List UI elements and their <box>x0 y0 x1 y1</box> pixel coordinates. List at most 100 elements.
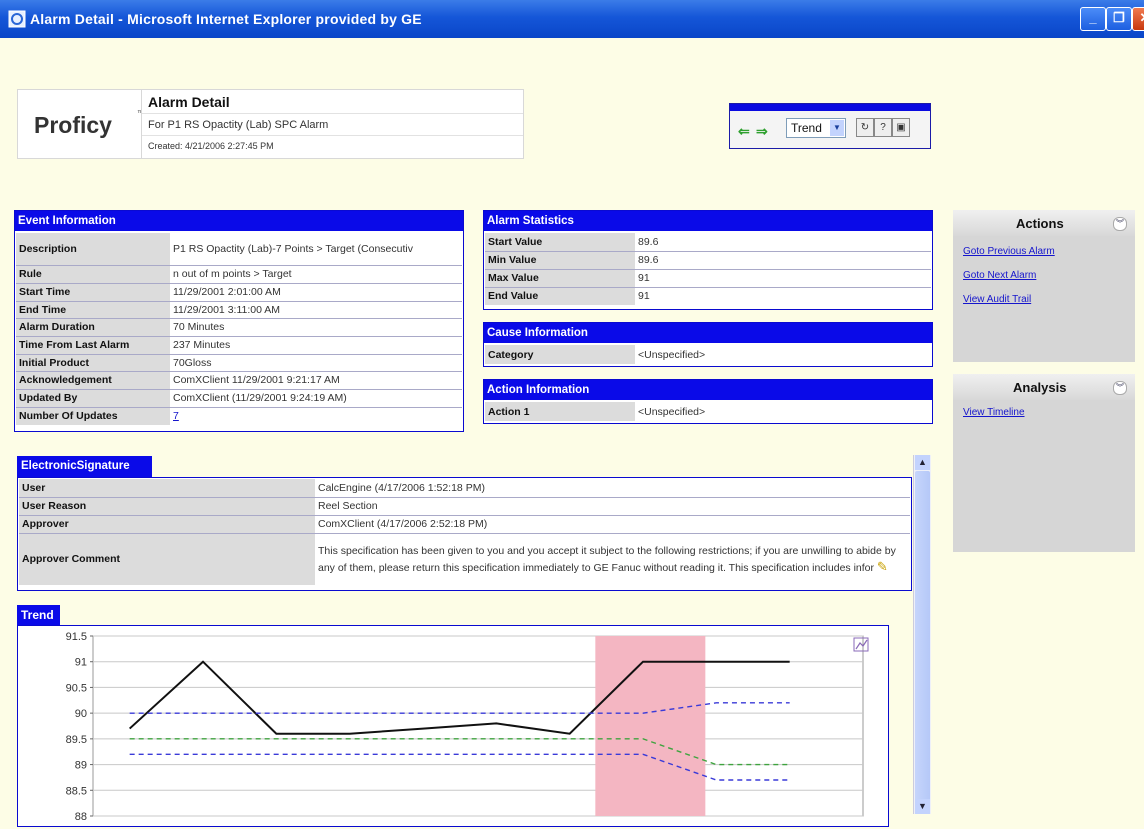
field-value: <Unspecified> <box>638 405 706 418</box>
field-label: Max Value <box>485 269 635 288</box>
trend-chart: 91.5 91 90.5 90 89.5 89 88.5 88 <box>66 631 869 823</box>
alarm-stats-heading: Alarm Statistics <box>484 211 932 231</box>
field-label: Updated By <box>16 389 170 408</box>
field-label: Approver <box>19 515 315 534</box>
field-value: 11/29/2001 2:01:00 AM <box>170 283 462 302</box>
proficy-logo: Proficy <box>34 112 112 138</box>
created-date: Created: 4/21/2006 2:27:45 PM <box>148 141 274 151</box>
esig-table: User CalcEngine (4/17/2006 1:52:18 PM) Us… <box>19 479 910 585</box>
field-label: Category <box>485 345 635 364</box>
minimize-button[interactable]: _ <box>1080 7 1106 31</box>
plot-area <box>92 635 864 817</box>
field-label: Alarm Duration <box>16 318 170 337</box>
content-scrollbar[interactable]: ▲ ▼ <box>913 455 931 814</box>
field-label: Initial Product <box>16 354 170 372</box>
field-label: Approver Comment <box>19 533 315 585</box>
field-label: User Reason <box>19 497 315 516</box>
print-icon[interactable]: ▣ <box>892 118 910 137</box>
field-value: Reel Section <box>315 497 910 516</box>
field-value: 91 <box>638 290 650 303</box>
trend-tab: Trend <box>17 605 60 626</box>
help-icon[interactable]: ? <box>874 118 892 137</box>
alarm-stats-panel: Alarm Statistics Start Value 89.6 Min Val… <box>483 210 933 310</box>
scroll-thumb[interactable] <box>915 471 930 801</box>
field-label: Min Value <box>485 251 635 270</box>
cause-info-table: Category <Unspecified> <box>485 345 931 364</box>
close-button[interactable]: ✕ <box>1132 7 1144 31</box>
field-value: <Unspecified> <box>638 348 706 361</box>
edit-pencil-icon[interactable]: ✎ <box>877 559 888 574</box>
event-info-panel: Event Information Description P1 RS Opact… <box>14 210 464 432</box>
esig-panel: User CalcEngine (4/17/2006 1:52:18 PM) Us… <box>17 477 912 591</box>
window-title-bar: Alarm Detail - Microsoft Internet Explor… <box>0 0 1144 38</box>
approver-comment-text: This specification has been given to you… <box>318 544 896 574</box>
scroll-down-icon[interactable]: ▼ <box>915 799 930 814</box>
y-tick-label: 91.5 <box>66 631 87 643</box>
action-info-panel: Action Information Action 1 <Unspecified> <box>483 379 933 424</box>
y-tick-label: 90.5 <box>66 682 87 694</box>
next-arrow-icon[interactable]: ⇒ <box>756 123 768 140</box>
field-value: ComXClient (11/29/2001 9:24:19 AM) <box>170 389 462 408</box>
field-label: Time From Last Alarm <box>16 336 170 355</box>
action-info-heading: Action Information <box>484 380 932 400</box>
previous-arrow-icon[interactable]: ⇐ <box>738 123 750 140</box>
alarm-nav-toolbar: ⇐ ⇒ Trend ▼ ↻ ? ▣ <box>729 103 931 149</box>
field-label: Rule <box>16 265 170 284</box>
y-tick-label: 90 <box>75 708 87 720</box>
field-label: Number Of Updates <box>16 407 170 425</box>
page-title: Alarm Detail <box>142 90 523 114</box>
view-audit-trail-link[interactable]: View Audit Trail <box>963 294 1031 305</box>
page-header: Alarm Detail For P1 RS Opactity (Lab) SP… <box>141 89 524 159</box>
scroll-up-icon[interactable]: ▲ <box>915 455 930 470</box>
field-label: End Value <box>485 287 635 305</box>
y-tick-label: 89 <box>75 760 87 772</box>
action-info-table: Action 1 <Unspecified> <box>485 402 931 421</box>
refresh-icon[interactable]: ↻ <box>856 118 874 137</box>
y-tick-label: 88 <box>75 811 87 823</box>
trend-panel: 91.5 91 90.5 90 89.5 89 88.5 88 <box>17 625 889 827</box>
field-value: ComXClient (4/17/2006 2:52:18 PM) <box>315 515 910 534</box>
number-of-updates-link[interactable]: 7 <box>173 410 179 422</box>
maximize-button[interactable]: ❐ <box>1106 7 1132 31</box>
field-value: 70 Minutes <box>170 318 462 337</box>
field-value: 11/29/2001 3:11:00 AM <box>170 301 462 319</box>
actions-heading: Actions <box>1016 216 1064 231</box>
alarm-highlight-band <box>595 636 706 816</box>
field-value: 89.6 <box>635 233 931 252</box>
field-value: n out of m points > Target <box>170 265 462 284</box>
collapse-icon[interactable]: ︾ <box>1113 217 1127 231</box>
goto-previous-alarm-link[interactable]: Goto Previous Alarm <box>963 246 1055 257</box>
field-value: 89.6 <box>635 251 931 270</box>
alarm-stats-table: Start Value 89.6 Min Value 89.6 Max Value 9… <box>485 233 931 305</box>
analysis-heading: Analysis <box>1013 380 1067 395</box>
field-value: 237 Minutes <box>170 336 462 355</box>
field-value: P1 RS Opactity (Lab)-7 Points > Target (… <box>170 233 462 266</box>
ie-window-icon <box>8 10 26 28</box>
y-tick-label: 88.5 <box>66 785 87 797</box>
view-select-value: Trend <box>791 121 822 135</box>
esig-tab: ElectronicSignature <box>17 456 152 477</box>
field-label: Start Time <box>16 283 170 302</box>
toolbar-strip <box>730 104 930 111</box>
page-subtitle: For P1 RS Opactity (Lab) SPC Alarm <box>142 114 523 136</box>
y-tick-label: 91 <box>75 657 87 669</box>
goto-next-alarm-link[interactable]: Goto Next Alarm <box>963 270 1036 281</box>
analysis-panel: Analysis ︾ View Timeline <box>953 374 1135 552</box>
y-tick-label: 89.5 <box>66 734 87 746</box>
event-info-heading: Event Information <box>15 211 463 231</box>
view-select[interactable]: Trend ▼ <box>786 118 846 138</box>
field-label: End Time <box>16 301 170 319</box>
event-info-table: Description P1 RS Opactity (Lab)-7 Points… <box>16 233 462 425</box>
logo-box: Proficy ™ <box>17 89 144 159</box>
cause-info-panel: Cause Information Category <Unspecified> <box>483 322 933 367</box>
window-title: Alarm Detail - Microsoft Internet Explor… <box>30 11 422 27</box>
cause-info-heading: Cause Information <box>484 323 932 343</box>
collapse-icon[interactable]: ︾ <box>1113 381 1127 395</box>
field-value: CalcEngine (4/17/2006 1:52:18 PM) <box>315 479 910 498</box>
field-value: ComXClient 11/29/2001 9:21:17 AM <box>170 371 462 390</box>
field-label: Acknowledgement <box>16 371 170 390</box>
field-label: User <box>19 479 315 498</box>
chevron-down-icon: ▼ <box>830 120 844 136</box>
field-label: Start Value <box>485 233 635 252</box>
view-timeline-link[interactable]: View Timeline <box>963 407 1025 418</box>
